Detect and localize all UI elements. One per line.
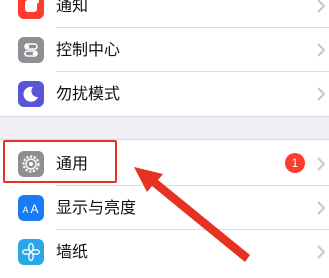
settings-row-label: 墙纸 (56, 242, 89, 261)
settings-row-control-center[interactable]: 控制中心 (0, 28, 329, 72)
chevron-right-icon (317, 245, 325, 259)
settings-row-label: 勿扰模式 (56, 84, 121, 103)
settings-row-label: 通知 (56, 0, 89, 15)
notifications-icon (18, 0, 44, 19)
annotation-highlight-box (3, 140, 117, 183)
control-center-icon (18, 37, 44, 63)
wallpaper-icon (18, 239, 44, 265)
display-brightness-icon: A A (18, 195, 44, 221)
settings-group-top: 通知 控制中心 勿扰模式 (0, 0, 329, 117)
svg-text:A: A (31, 202, 39, 216)
chevron-right-icon (317, 87, 325, 101)
moon-icon (18, 81, 44, 107)
notification-badge: 1 (285, 153, 305, 173)
settings-row-label: 控制中心 (56, 40, 121, 59)
settings-row-do-not-disturb[interactable]: 勿扰模式 (0, 72, 329, 116)
settings-row-wallpaper[interactable]: 墙纸 (0, 230, 329, 274)
settings-row-display-brightness[interactable]: A A 显示与亮度 (0, 186, 329, 230)
chevron-right-icon (317, 157, 325, 171)
svg-text:A: A (23, 205, 29, 215)
chevron-right-icon (317, 0, 325, 13)
chevron-right-icon (317, 201, 325, 215)
settings-row-notifications[interactable]: 通知 (0, 0, 329, 28)
chevron-right-icon (317, 43, 325, 57)
settings-row-label: 显示与亮度 (56, 198, 137, 217)
